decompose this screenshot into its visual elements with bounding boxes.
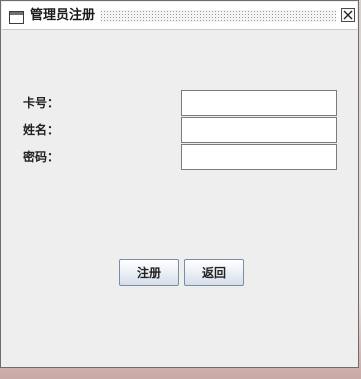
admin-register-dialog: 管理员注册 卡号： 姓名： 密码： 注册 返回	[0, 0, 359, 368]
card-number-input[interactable]	[181, 90, 337, 116]
password-input[interactable]	[181, 144, 337, 170]
name-input[interactable]	[181, 117, 337, 143]
title-bar-grip	[100, 10, 336, 22]
window-icon	[9, 9, 24, 24]
register-button[interactable]: 注册	[119, 259, 179, 286]
window-title: 管理员注册	[30, 8, 96, 23]
card-number-label: 卡号：	[23, 96, 60, 110]
password-label: 密码：	[23, 150, 60, 164]
back-button[interactable]: 返回	[184, 259, 244, 286]
close-button[interactable]	[341, 8, 355, 22]
name-label: 姓名：	[23, 123, 60, 137]
title-bar[interactable]: 管理员注册	[2, 2, 357, 30]
close-icon	[343, 10, 353, 20]
